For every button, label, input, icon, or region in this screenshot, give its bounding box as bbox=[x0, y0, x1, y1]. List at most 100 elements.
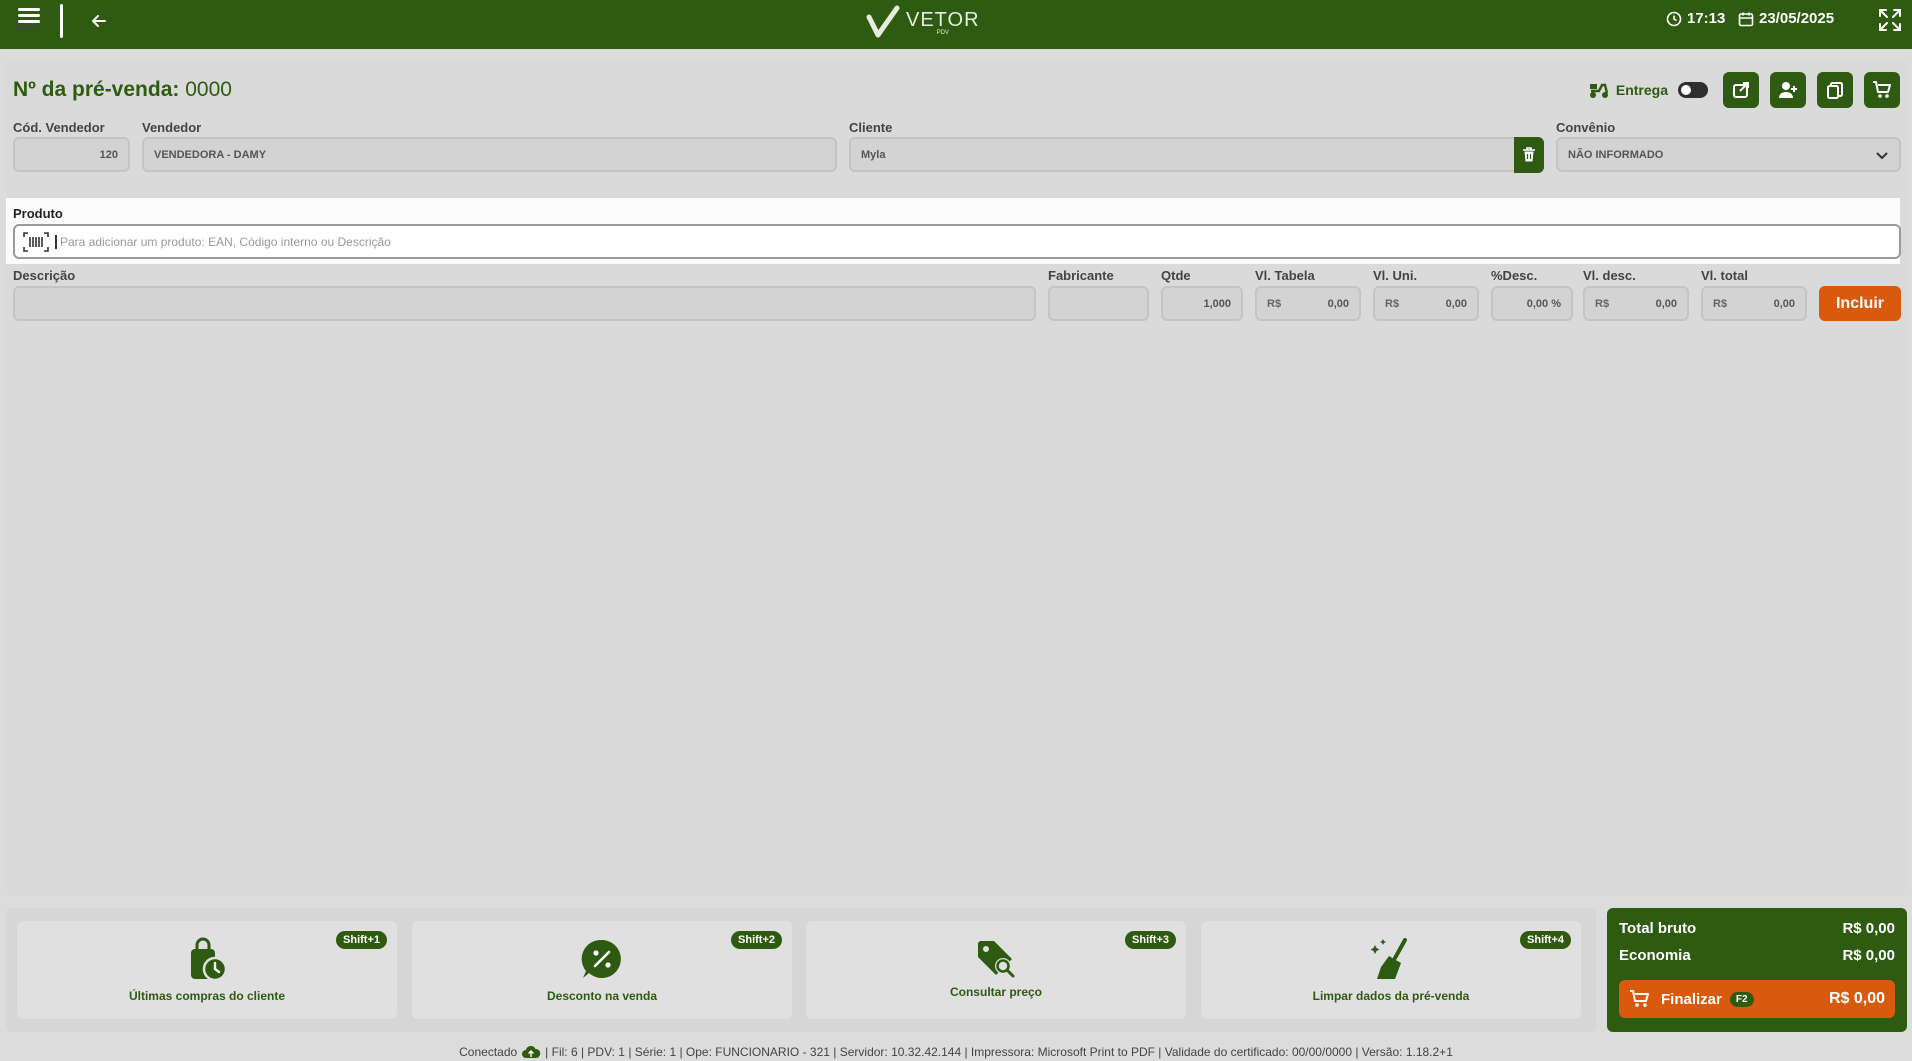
user-add-icon bbox=[1779, 82, 1797, 98]
convenio-select[interactable]: NÃO INFORMADO bbox=[1556, 137, 1901, 172]
shortcut-badge: Shift+3 bbox=[1125, 931, 1176, 949]
back-button[interactable] bbox=[86, 8, 112, 34]
entrega-toggle[interactable] bbox=[1678, 82, 1708, 98]
produto-input[interactable] bbox=[55, 234, 1875, 249]
entrega-label: Entrega bbox=[1615, 82, 1668, 98]
presale-title-label: Nº da pré-venda: bbox=[13, 78, 180, 101]
page-title: Nº da pré-venda: 0000 bbox=[13, 78, 232, 102]
vl-desc-value: 0,00 bbox=[1655, 297, 1677, 310]
logo-check-icon bbox=[866, 5, 900, 38]
vl-total-field[interactable]: R$ 0,00 bbox=[1701, 286, 1807, 321]
cod-vendedor-field[interactable]: 120 bbox=[13, 137, 130, 172]
action-label: Últimas compras do cliente bbox=[128, 989, 286, 1003]
trash-icon bbox=[1523, 147, 1535, 162]
vendedor-label: Vendedor bbox=[142, 120, 202, 135]
add-client-button[interactable] bbox=[1770, 72, 1806, 108]
desconto-venda-button[interactable]: Shift+2 Desconto na venda bbox=[412, 921, 792, 1019]
qtde-value: 1,000 bbox=[1203, 297, 1231, 310]
cliente-value: Myla bbox=[861, 148, 886, 161]
divider bbox=[60, 4, 63, 38]
broom-icon bbox=[1370, 938, 1407, 979]
produto-search[interactable] bbox=[13, 224, 1901, 259]
convenio-label: Convênio bbox=[1556, 120, 1616, 135]
date: 23/05/2025 bbox=[1738, 10, 1834, 27]
incluir-button[interactable]: Incluir bbox=[1819, 286, 1901, 321]
vl-uni-field[interactable]: R$ 0,00 bbox=[1373, 286, 1479, 321]
main-panel bbox=[6, 58, 1906, 896]
shortcut-badge: Shift+1 bbox=[336, 931, 387, 949]
vl-uni-value: 0,00 bbox=[1445, 297, 1467, 310]
finalizar-label: Finalizar bbox=[1661, 990, 1722, 1008]
clock: 17:13 bbox=[1666, 10, 1725, 27]
vl-total-value: 0,00 bbox=[1773, 297, 1795, 310]
copy-button[interactable] bbox=[1817, 72, 1853, 108]
action-label: Consultar preço bbox=[949, 985, 1042, 999]
hamburger-icon bbox=[18, 8, 40, 11]
fullscreen-icon bbox=[1879, 9, 1901, 31]
logo: VETOR PDV bbox=[866, 4, 980, 40]
shortcut-badge: Shift+4 bbox=[1520, 931, 1571, 949]
limpar-dados-button[interactable]: Shift+4 Limpar dados da pré-venda bbox=[1201, 921, 1581, 1019]
action-label: Limpar dados da pré-venda bbox=[1312, 989, 1470, 1003]
menu-label: Menu bbox=[17, 22, 41, 32]
qtde-field[interactable]: 1,000 bbox=[1161, 286, 1243, 321]
economia-label: Economia bbox=[1619, 947, 1691, 964]
cod-vendedor-label: Cód. Vendedor bbox=[13, 120, 105, 135]
total-bruto-row: Total bruto R$ 0,00 bbox=[1619, 920, 1895, 937]
vl-desc-label: Vl. desc. bbox=[1583, 268, 1636, 283]
fullscreen-button[interactable] bbox=[1876, 6, 1904, 34]
cliente-label: Cliente bbox=[849, 120, 893, 135]
status-bar: Conectado | Fil: 6 | PDV: 1 | Série: 1 |… bbox=[0, 1042, 1912, 1061]
vl-tabela-label: Vl. Tabela bbox=[1255, 268, 1315, 283]
share-icon bbox=[1733, 82, 1749, 98]
menu-button[interactable]: Menu bbox=[14, 4, 44, 42]
vl-desc-field[interactable]: R$ 0,00 bbox=[1583, 286, 1689, 321]
descricao-field[interactable] bbox=[13, 286, 1036, 321]
chevron-down-icon bbox=[1876, 151, 1888, 159]
desc-pct-value: 0,00 % bbox=[1526, 297, 1561, 310]
fabricante-label: Fabricante bbox=[1048, 268, 1114, 283]
price-tag-search-icon bbox=[978, 941, 1015, 978]
desc-pct-field[interactable]: 0,00 % bbox=[1491, 286, 1573, 321]
clock-time: 17:13 bbox=[1687, 10, 1726, 27]
presale-number: 0000 bbox=[185, 78, 232, 101]
total-bruto-label: Total bruto bbox=[1619, 920, 1697, 937]
connection-status: Conectado bbox=[459, 1044, 518, 1059]
economia-value: R$ 0,00 bbox=[1842, 947, 1895, 964]
fabricante-field[interactable] bbox=[1048, 286, 1149, 321]
descricao-label: Descrição bbox=[13, 268, 76, 283]
clock-icon bbox=[1666, 11, 1682, 26]
consultar-preco-button[interactable]: Shift+3 Consultar preço bbox=[806, 921, 1186, 1019]
currency-symbol: R$ bbox=[1713, 297, 1728, 310]
top-actions: Entrega bbox=[1588, 72, 1900, 108]
finalizar-value: R$ 0,00 bbox=[1828, 990, 1885, 1007]
share-button[interactable] bbox=[1723, 72, 1759, 108]
total-bruto-value: R$ 0,00 bbox=[1842, 920, 1895, 937]
vl-total-label: Vl. total bbox=[1701, 268, 1748, 283]
cliente-field[interactable]: Myla bbox=[849, 137, 1516, 172]
vendedor-value: VENDEDORA - DAMY bbox=[154, 148, 267, 161]
logo-name: VETOR bbox=[906, 8, 980, 31]
desc-pct-label: %Desc. bbox=[1491, 268, 1538, 283]
cod-vendedor-value: 120 bbox=[99, 148, 118, 161]
convenio-value: NÃO INFORMADO bbox=[1568, 148, 1664, 161]
vl-tabela-value: 0,00 bbox=[1327, 297, 1349, 310]
totals-panel: Total bruto R$ 0,00 Economia R$ 0,00 Fin… bbox=[1607, 908, 1907, 1032]
clear-client-button[interactable] bbox=[1514, 137, 1544, 173]
finalizar-shortcut: F2 bbox=[1729, 991, 1754, 1007]
vl-tabela-field[interactable]: R$ 0,00 bbox=[1255, 286, 1361, 321]
currency-symbol: R$ bbox=[1385, 297, 1400, 310]
calendar-icon bbox=[1738, 12, 1754, 26]
discount-icon bbox=[581, 939, 621, 978]
bag-clock-icon bbox=[191, 937, 228, 982]
cart-icon bbox=[1630, 990, 1649, 1007]
finalizar-button[interactable]: Finalizar F2 R$ 0,00 bbox=[1619, 980, 1895, 1018]
date-text: 23/05/2025 bbox=[1759, 10, 1835, 27]
currency-symbol: R$ bbox=[1267, 297, 1282, 310]
ultimas-compras-button[interactable]: Shift+1 Últimas compras do cliente bbox=[17, 921, 397, 1019]
entrega-option: Entrega bbox=[1588, 81, 1712, 99]
cart-button[interactable] bbox=[1864, 72, 1900, 108]
currency-symbol: R$ bbox=[1595, 297, 1610, 310]
vendedor-field[interactable]: VENDEDORA - DAMY bbox=[142, 137, 837, 172]
arrow-left-icon bbox=[92, 15, 106, 27]
